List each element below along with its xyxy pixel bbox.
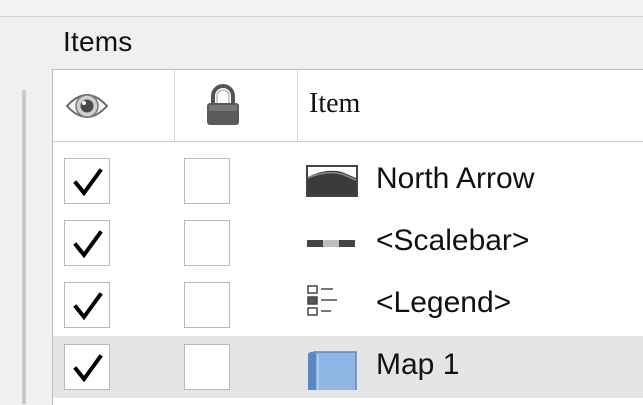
item-label: <Legend> [376, 286, 512, 319]
scalebar-item-icon [307, 240, 355, 247]
item-label: <Scalebar> [376, 224, 530, 257]
item-row-north-arrow[interactable]: North Arrow [53, 150, 643, 212]
panel-title: Items [63, 26, 133, 57]
visibility-checkbox[interactable] [64, 344, 110, 390]
checkmark-icon [73, 168, 103, 197]
item-label: Map 1 [376, 348, 460, 381]
visibility-checkbox[interactable] [64, 220, 110, 266]
item-label: North Arrow [376, 162, 535, 195]
panel-splitter[interactable] [22, 90, 26, 404]
column-header-item-label: Item [309, 88, 361, 119]
map-item-icon [308, 351, 357, 390]
checkmark-icon [73, 354, 103, 383]
column-header-lock[interactable] [174, 70, 298, 141]
checkmark-icon [73, 230, 103, 259]
table-header: Item [53, 70, 643, 142]
eye-icon [65, 94, 109, 118]
column-header-item[interactable]: Item [297, 70, 643, 141]
lock-checkbox[interactable] [184, 158, 230, 204]
item-row-map-1[interactable]: Map 1 [53, 336, 643, 398]
padlock-icon [207, 84, 239, 125]
top-panel-edge [0, 0, 643, 17]
item-row-scalebar[interactable]: <Scalebar> [53, 212, 643, 274]
items-table: Item North Arrow <Scalebar> <Legend> Map… [52, 69, 643, 405]
visibility-checkbox[interactable] [64, 282, 110, 328]
picture-item-icon [306, 165, 358, 197]
lock-checkbox[interactable] [184, 220, 230, 266]
checkmark-icon [73, 292, 103, 321]
lock-checkbox[interactable] [184, 282, 230, 328]
column-header-visibility[interactable] [53, 70, 175, 141]
lock-checkbox[interactable] [184, 344, 230, 390]
legend-item-icon [307, 285, 337, 316]
visibility-checkbox[interactable] [64, 158, 110, 204]
item-row-legend[interactable]: <Legend> [53, 274, 643, 336]
